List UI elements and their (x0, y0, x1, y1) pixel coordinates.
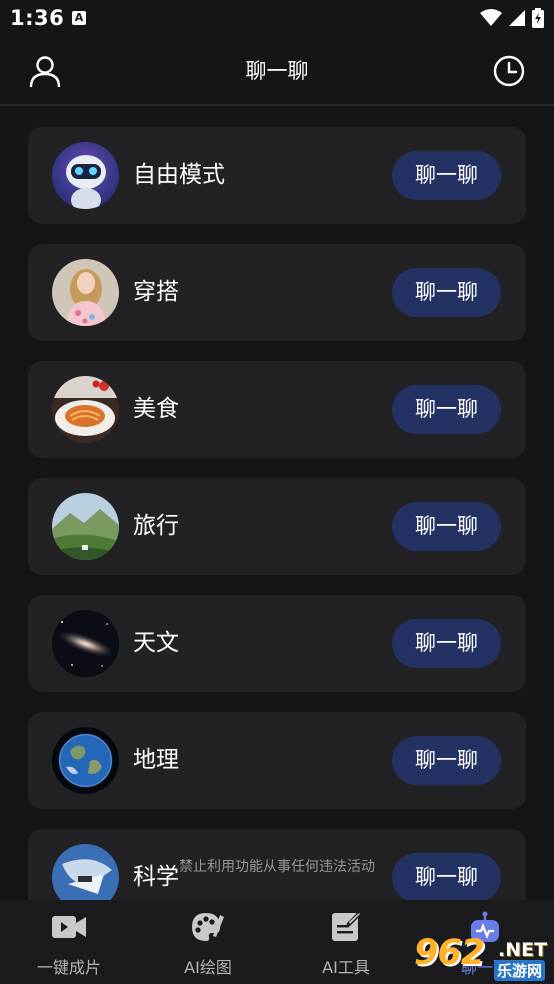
chat-button[interactable]: 聊一聊 (392, 268, 501, 317)
video-camera-icon (52, 916, 86, 938)
topic-card-geography[interactable]: 地理 聊一聊 (28, 712, 526, 809)
wifi-icon (480, 9, 502, 26)
chat-button[interactable]: 聊一聊 (392, 619, 501, 668)
status-time: 1:36 (10, 6, 65, 30)
watermark-main: 962 (414, 933, 485, 973)
tab-ai-tools[interactable]: AI工具 (277, 900, 415, 984)
topic-card-astronomy[interactable]: 天文 聊一聊 (28, 595, 526, 692)
tab-label: 一键成片 (36, 958, 101, 977)
topic-label: 穿搭 (133, 279, 179, 305)
topic-label: 地理 (133, 747, 179, 773)
tab-label: AI绘图 (184, 958, 232, 977)
chat-button[interactable]: 聊一聊 (392, 736, 501, 785)
palette-icon (192, 913, 224, 941)
battery-icon (532, 8, 544, 28)
topic-card-fashion[interactable]: 穿搭 聊一聊 (28, 244, 526, 341)
app-notification-icon: A (72, 11, 86, 25)
document-edit-icon (332, 911, 362, 941)
chat-button[interactable]: 聊一聊 (392, 502, 501, 551)
warning-notice: 禁止利用功能从事任何违法活动 (179, 859, 375, 875)
topic-card-free-mode[interactable]: 自由模式 聊一聊 (28, 127, 526, 224)
chat-button[interactable]: 聊一聊 (392, 385, 501, 434)
robot-avatar (52, 142, 119, 209)
fashion-girl-avatar (52, 259, 119, 326)
galaxy-avatar (52, 610, 119, 677)
mountain-valley-avatar (52, 493, 119, 560)
tab-label: AI工具 (322, 958, 370, 977)
topic-label: 天文 (133, 630, 179, 656)
topic-card-food[interactable]: 美食 聊一聊 (28, 361, 526, 458)
topic-label: 自由模式 (133, 162, 225, 188)
watermark-sub: 乐游网 (494, 960, 546, 981)
page-title: 聊一聊 (245, 59, 309, 83)
site-watermark: 962 .NET 乐游网 (414, 933, 550, 982)
earth-avatar (52, 727, 119, 794)
topic-card-travel[interactable]: 旅行 聊一聊 (28, 478, 526, 575)
watermark-net: .NET (498, 939, 548, 961)
tab-video-generation[interactable]: 一键成片 (0, 900, 138, 984)
app-header: 聊一聊 (0, 36, 554, 106)
chat-button[interactable]: 聊一聊 (392, 151, 501, 200)
tab-ai-drawing[interactable]: AI绘图 (139, 900, 277, 984)
topic-label: 美食 (133, 396, 179, 422)
status-bar: 1:36 A (0, 0, 554, 36)
history-clock-icon (493, 55, 525, 87)
status-icons (480, 8, 544, 28)
signal-icon (509, 10, 525, 26)
topic-list: 自由模式 聊一聊 穿搭 聊一聊 美食 聊一聊 旅行 聊一聊 天文 聊一聊 地理 … (28, 127, 526, 900)
topic-label: 旅行 (133, 513, 179, 539)
history-button[interactable] (492, 54, 526, 88)
pasta-avatar (52, 376, 119, 443)
